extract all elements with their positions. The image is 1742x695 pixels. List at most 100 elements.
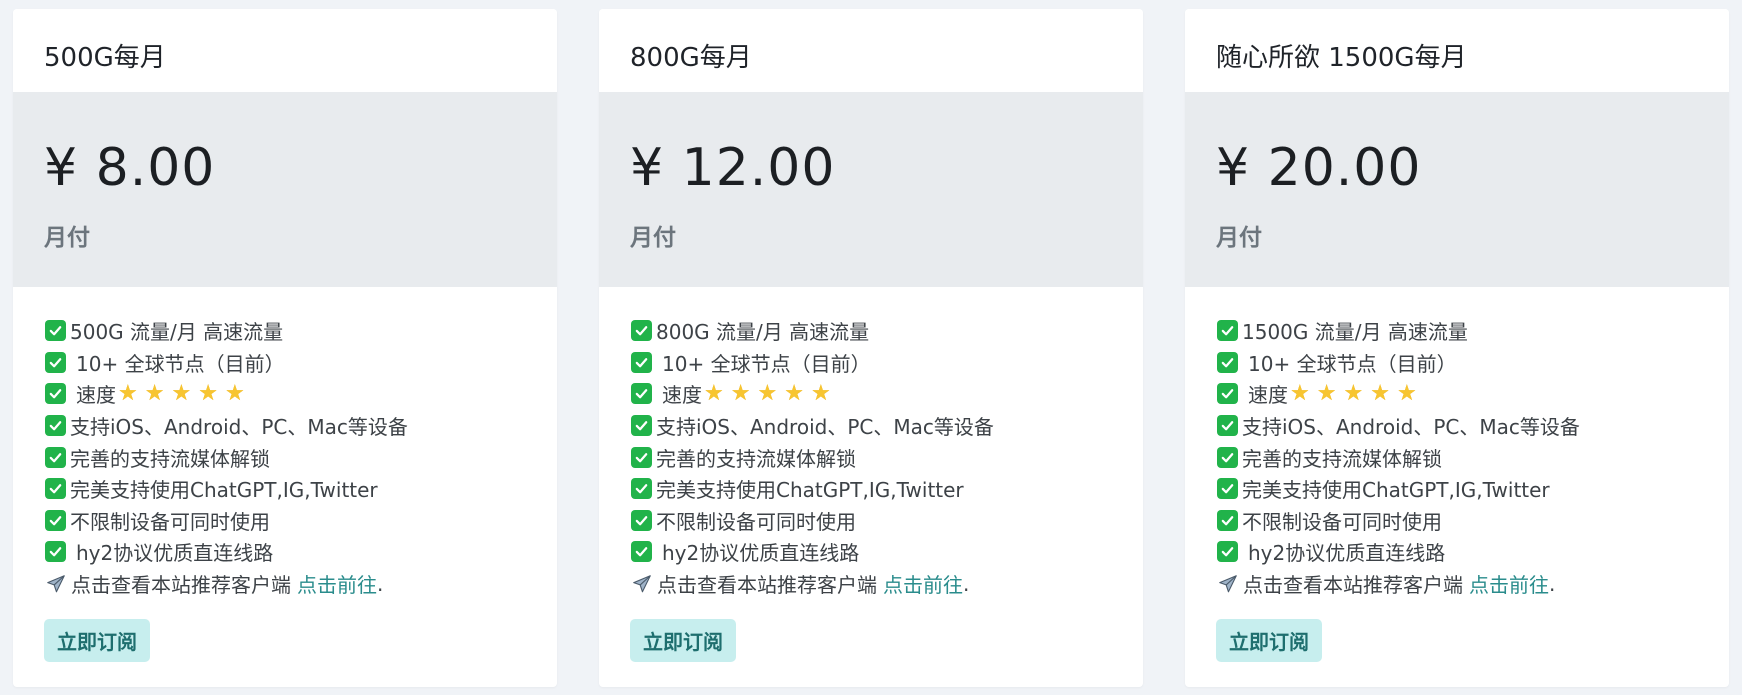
star-icon: ★	[1370, 380, 1390, 406]
airplane-icon	[45, 573, 69, 595]
check-box-icon	[45, 446, 66, 468]
price-block: ¥ 8.00 月付	[13, 92, 557, 287]
airplane-icon	[1217, 573, 1241, 595]
speed-rating: ★ ★ ★ ★ ★	[118, 380, 252, 406]
client-text: 点击查看本站推荐客户端	[657, 573, 877, 598]
feature-item: 完美支持使用ChatGPT,IG,Twitter	[631, 473, 1143, 505]
check-box-icon	[631, 541, 652, 563]
feature-unlimited: 不限制设备可同时使用	[656, 509, 856, 534]
feature-nodes: 10+ 全球节点（目前）	[662, 351, 871, 376]
plan-card: 随心所欲 1500G每月 ¥ 20.00 月付 1500G 流量/月 高速流量 …	[1185, 9, 1729, 687]
feature-traffic: 800G 流量/月 高速流量	[656, 320, 870, 345]
feature-protocol: hy2协议优质直连线路	[1248, 541, 1446, 566]
check-box-icon	[631, 509, 652, 531]
star-icon: ★	[198, 380, 218, 406]
client-dot: .	[377, 571, 384, 596]
check-box-icon	[1217, 478, 1238, 500]
feature-apps: 完美支持使用ChatGPT,IG,Twitter	[656, 478, 964, 503]
feature-streaming: 完善的支持流媒体解锁	[70, 446, 270, 471]
client-dot: .	[1549, 571, 1556, 596]
feature-list: 800G 流量/月 高速流量 10+ 全球节点（目前） 速度 ★ ★ ★ ★ ★	[599, 287, 1143, 599]
check-box-icon	[45, 351, 66, 373]
check-box-icon	[631, 478, 652, 500]
check-box-icon	[45, 509, 66, 531]
star-icon: ★	[1396, 380, 1417, 406]
plan-price: ¥ 8.00	[44, 138, 216, 198]
client-row: 点击查看本站推荐客户端 点击前往 .	[1217, 568, 1729, 600]
feature-traffic: 1500G 流量/月 高速流量	[1242, 320, 1468, 345]
star-icon: ★	[1316, 380, 1337, 406]
plan-card: 500G每月 ¥ 8.00 月付 500G 流量/月 高速流量 10+ 全球节点…	[13, 9, 557, 687]
client-dot: .	[963, 571, 970, 596]
check-box-icon	[45, 415, 66, 437]
billing-period: 月付	[1216, 225, 1262, 251]
feature-item: 完善的支持流媒体解锁	[45, 441, 557, 473]
check-box-icon	[45, 541, 66, 563]
star-icon: ★	[144, 380, 165, 406]
feature-devices: 支持iOS、Android、PC、Mac等设备	[70, 415, 408, 440]
star-icon: ★	[730, 380, 751, 406]
subscribe-button[interactable]: 立即订阅	[1216, 619, 1322, 662]
check-box-icon	[631, 446, 652, 468]
client-text: 点击查看本站推荐客户端	[71, 573, 291, 598]
check-box-icon	[1217, 446, 1238, 468]
price-block: ¥ 20.00 月付	[1185, 92, 1729, 287]
plan-title: 随心所欲 1500G每月	[1185, 9, 1729, 92]
feature-devices: 支持iOS、Android、PC、Mac等设备	[656, 415, 994, 440]
feature-item: 1500G 流量/月 高速流量	[1217, 315, 1729, 347]
feature-speed: 速度	[662, 383, 702, 408]
check-box-icon	[1217, 351, 1238, 373]
feature-item: 不限制设备可同时使用	[631, 505, 1143, 537]
star-icon: ★	[224, 380, 245, 406]
billing-period: 月付	[44, 225, 90, 251]
feature-item: hy2协议优质直连线路	[45, 536, 557, 568]
feature-apps: 完美支持使用ChatGPT,IG,Twitter	[1242, 478, 1550, 503]
star-icon: ★	[784, 380, 804, 406]
feature-unlimited: 不限制设备可同时使用	[1242, 509, 1442, 534]
feature-item: 支持iOS、Android、PC、Mac等设备	[631, 410, 1143, 442]
speed-rating: ★ ★ ★ ★ ★	[1290, 380, 1424, 406]
check-box-icon	[45, 383, 66, 405]
subscribe-button[interactable]: 立即订阅	[630, 619, 736, 662]
check-box-icon	[45, 478, 66, 500]
plan-title: 800G每月	[599, 9, 1143, 92]
client-row: 点击查看本站推荐客户端 点击前往 .	[45, 568, 557, 600]
feature-list: 500G 流量/月 高速流量 10+ 全球节点（目前） 速度 ★ ★ ★ ★ ★	[13, 287, 557, 599]
star-icon: ★	[757, 380, 778, 406]
star-icon: ★	[1343, 380, 1364, 406]
feature-item: 速度 ★ ★ ★ ★ ★	[631, 378, 1143, 410]
feature-protocol: hy2协议优质直连线路	[662, 541, 860, 566]
feature-item: 完善的支持流媒体解锁	[631, 441, 1143, 473]
check-box-icon	[1217, 541, 1238, 563]
check-box-icon	[631, 351, 652, 373]
client-link[interactable]: 点击前往	[1469, 569, 1549, 598]
check-box-icon	[1217, 383, 1238, 405]
feature-item: 支持iOS、Android、PC、Mac等设备	[1217, 410, 1729, 442]
feature-item: 800G 流量/月 高速流量	[631, 315, 1143, 347]
feature-nodes: 10+ 全球节点（目前）	[76, 351, 285, 376]
feature-item: 完美支持使用ChatGPT,IG,Twitter	[45, 473, 557, 505]
feature-item: 完美支持使用ChatGPT,IG,Twitter	[1217, 473, 1729, 505]
client-link[interactable]: 点击前往	[297, 569, 377, 598]
billing-period: 月付	[630, 225, 676, 251]
feature-traffic: 500G 流量/月 高速流量	[70, 320, 284, 345]
feature-protocol: hy2协议优质直连线路	[76, 541, 274, 566]
subscribe-button[interactable]: 立即订阅	[44, 619, 150, 662]
feature-devices: 支持iOS、Android、PC、Mac等设备	[1242, 415, 1580, 440]
feature-item: 10+ 全球节点（目前）	[1217, 347, 1729, 379]
check-box-icon	[631, 320, 652, 342]
plan-card: 800G每月 ¥ 12.00 月付 800G 流量/月 高速流量 10+ 全球节…	[599, 9, 1143, 687]
feature-item: 不限制设备可同时使用	[1217, 505, 1729, 537]
plan-price: ¥ 12.00	[630, 138, 836, 198]
star-icon: ★	[118, 380, 138, 406]
check-box-icon	[1217, 320, 1238, 342]
feature-nodes: 10+ 全球节点（目前）	[1248, 351, 1457, 376]
feature-item: hy2协议优质直连线路	[631, 536, 1143, 568]
client-link[interactable]: 点击前往	[883, 569, 963, 598]
feature-list: 1500G 流量/月 高速流量 10+ 全球节点（目前） 速度 ★ ★ ★ ★ …	[1185, 287, 1729, 599]
feature-item: 速度 ★ ★ ★ ★ ★	[45, 378, 557, 410]
feature-item: 10+ 全球节点（目前）	[631, 347, 1143, 379]
check-box-icon	[631, 415, 652, 437]
star-icon: ★	[704, 380, 724, 406]
feature-apps: 完美支持使用ChatGPT,IG,Twitter	[70, 478, 378, 503]
